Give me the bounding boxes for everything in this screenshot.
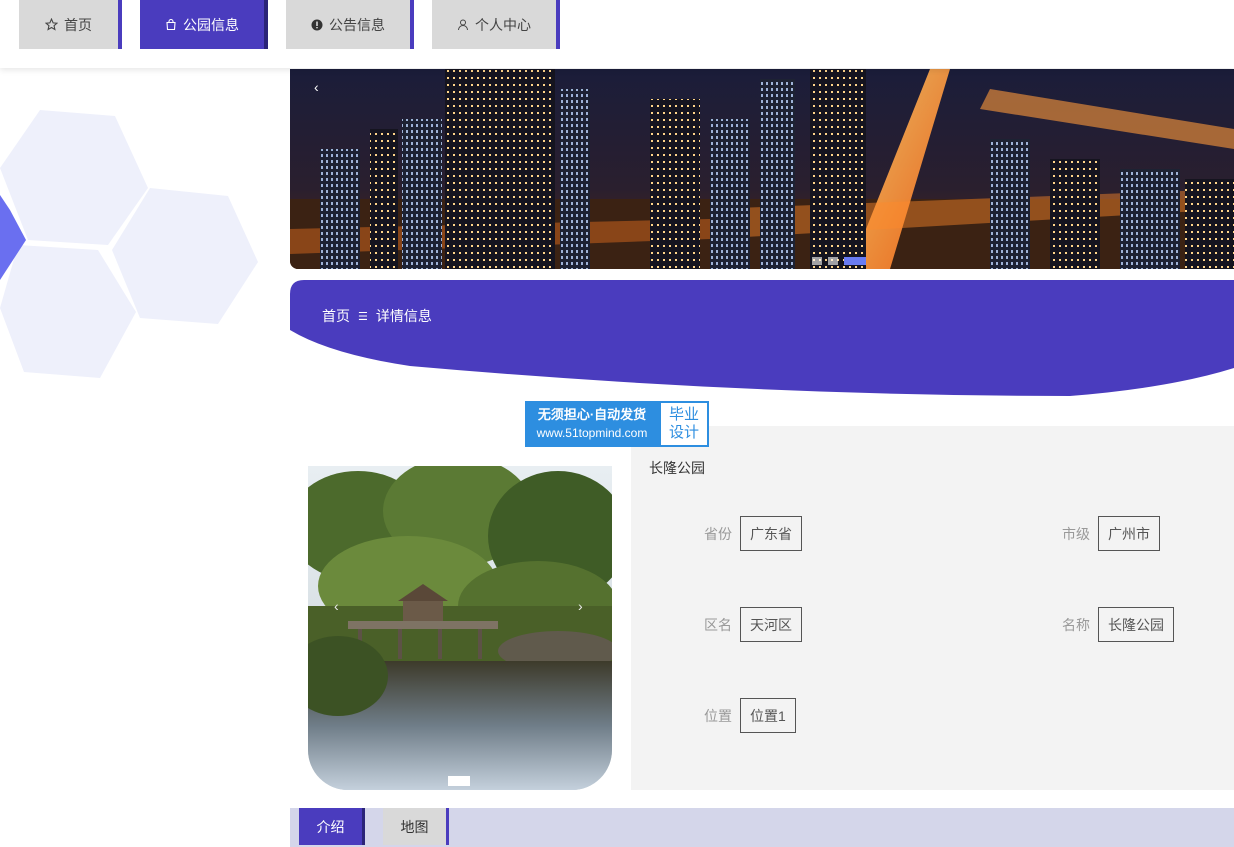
tab-map[interactable]: 地图 xyxy=(383,808,449,845)
park-title: 长隆公园 xyxy=(649,460,705,476)
nav-item-label: 公园信息 xyxy=(183,16,239,33)
field-value: 长隆公园 xyxy=(1098,607,1174,642)
star-icon xyxy=(45,18,58,31)
photo-prev-arrow[interactable]: ‹ xyxy=(334,598,339,614)
nav-item-notice[interactable]: 公告信息 xyxy=(286,0,414,49)
watermark-badge-line1: 毕业 xyxy=(668,406,699,423)
breadcrumb-separator: ☰ xyxy=(358,310,368,323)
nav-item-profile[interactable]: 个人中心 xyxy=(432,0,560,49)
watermark-slogan: 无须担心·自动发货 xyxy=(537,407,647,422)
watermark-url: www.51topmind.com xyxy=(536,426,648,440)
city-night-image xyxy=(290,69,1234,269)
nav-item-park-info[interactable]: 公园信息 xyxy=(140,0,268,49)
breadcrumb-home[interactable]: 首页 xyxy=(322,306,350,326)
photo-next-arrow[interactable]: › xyxy=(578,598,583,614)
city-banner-carousel[interactable]: ‹ xyxy=(290,69,1234,269)
breadcrumb: 首页 ☰ 详情信息 xyxy=(322,306,432,326)
banner-dot-active[interactable] xyxy=(844,257,866,265)
photo-dot-active[interactable] xyxy=(448,776,470,786)
field-location: 位置 位置1 xyxy=(704,698,796,733)
field-name: 名称 长隆公园 xyxy=(1062,607,1174,642)
field-label: 省份 xyxy=(704,525,732,542)
breadcrumb-band: 首页 ☰ 详情信息 xyxy=(290,280,1234,398)
watermark-badge-line2: 设计 xyxy=(668,424,699,441)
park-photo-carousel[interactable]: ‹ › xyxy=(308,466,612,790)
top-nav: 首页 公园信息 公告信息 个人中心 xyxy=(0,0,1234,68)
watermark-badge: 无须担心·自动发货 www.51topmind.com 毕业 设计 xyxy=(525,401,709,447)
field-city: 市级 广州市 xyxy=(1062,516,1160,551)
nav-item-home[interactable]: 首页 xyxy=(19,0,122,49)
field-district: 区名 天河区 xyxy=(704,607,802,642)
nav-item-label: 首页 xyxy=(64,16,92,33)
user-icon xyxy=(457,18,469,31)
field-value: 天河区 xyxy=(740,607,802,642)
field-value: 广东省 xyxy=(740,516,802,551)
alert-icon xyxy=(311,19,323,31)
banner-prev-arrow[interactable]: ‹ xyxy=(314,79,319,95)
tab-intro[interactable]: 介绍 xyxy=(299,808,365,845)
park-photo xyxy=(308,466,612,790)
breadcrumb-current: 详情信息 xyxy=(375,308,432,324)
bag-icon xyxy=(165,18,177,31)
banner-dot[interactable] xyxy=(828,257,838,265)
banner-dot[interactable] xyxy=(812,257,822,265)
field-province: 省份 广东省 xyxy=(704,516,802,551)
nav-item-label: 个人中心 xyxy=(475,16,531,33)
field-label: 名称 xyxy=(1062,616,1090,633)
field-label: 区名 xyxy=(704,616,732,633)
nav-item-label: 公告信息 xyxy=(329,16,385,33)
field-value: 广州市 xyxy=(1098,516,1160,551)
field-label: 市级 xyxy=(1062,525,1090,542)
park-detail-panel: 长隆公园 省份 广东省 市级 广州市 区名 天河区 名称 长隆公园 位置 位置1 xyxy=(631,426,1234,790)
banner-dots xyxy=(812,257,866,265)
detail-tab-bar: 介绍 地图 xyxy=(290,808,1234,847)
field-label: 位置 xyxy=(704,707,732,724)
hexagon-decoration xyxy=(0,100,270,400)
field-value: 位置1 xyxy=(740,698,796,733)
